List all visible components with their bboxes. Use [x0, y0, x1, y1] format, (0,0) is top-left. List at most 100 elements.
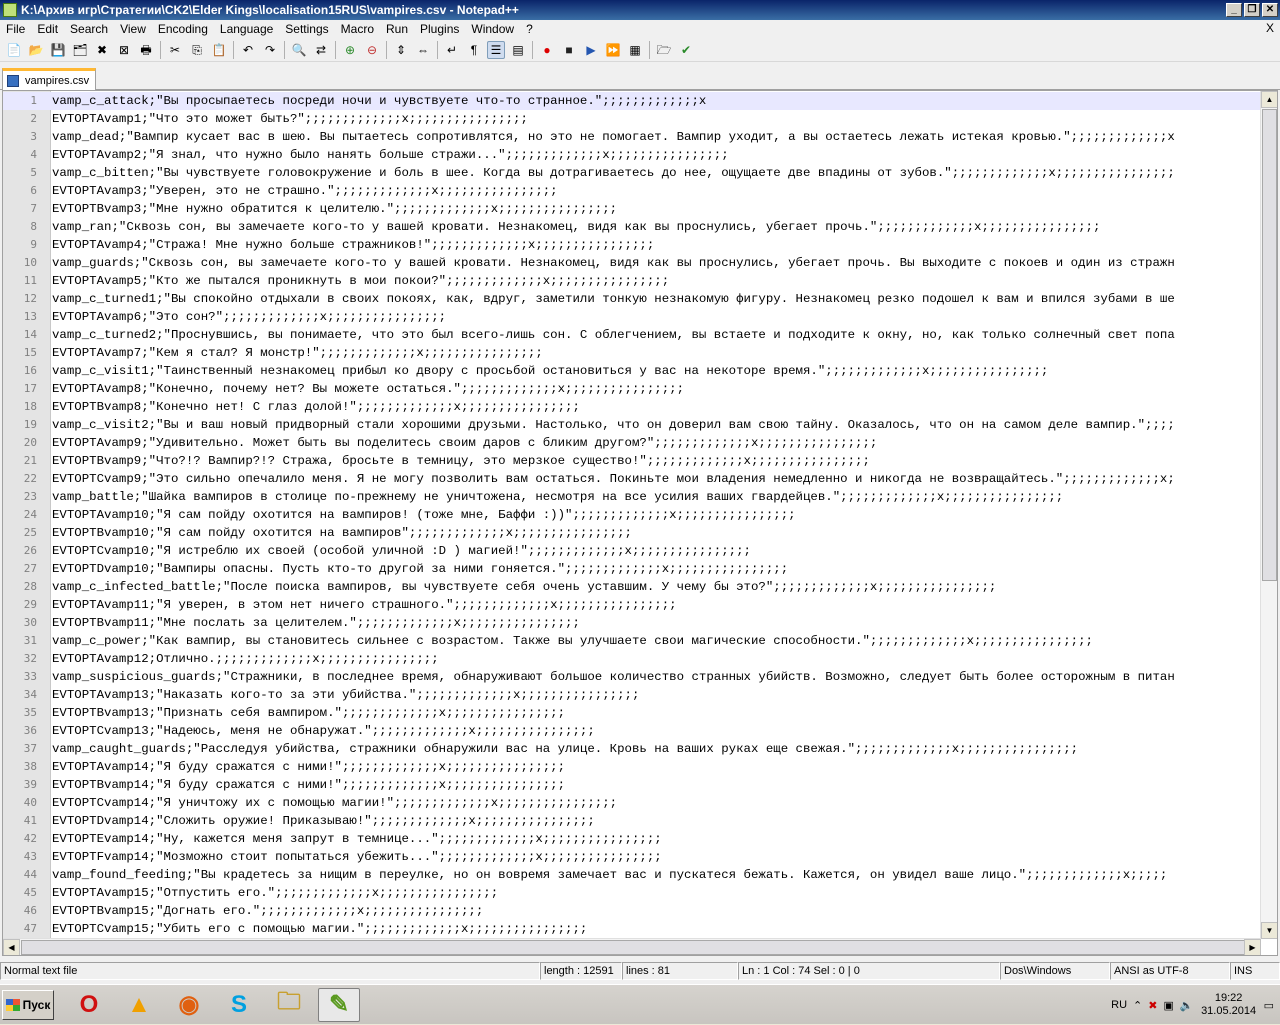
- line-text[interactable]: EVTOPTAvamp4;"Стража! Мне нужно больше с…: [52, 236, 654, 254]
- copy-icon[interactable]: ⎘: [188, 41, 206, 59]
- line-text[interactable]: EVTOPTAvamp6;"Это сон?";;;;;;;;;;;;;x;;;…: [52, 308, 446, 326]
- menu-window[interactable]: Window: [465, 22, 520, 36]
- line-text[interactable]: vamp_c_turned2;"Проснувшись, вы понимает…: [52, 326, 1175, 344]
- text-line[interactable]: 41 EVTOPTDvamp14;"Сложить оружие! Приказы…: [3, 812, 1261, 830]
- line-text[interactable]: EVTOPTBvamp13;"Признать себя вампиром.";…: [52, 704, 565, 722]
- line-text[interactable]: vamp_c_visit2;"Вы и ваш новый придворный…: [52, 416, 1175, 434]
- text-line[interactable]: 31 vamp_c_power;"Как вампир, вы становите…: [3, 632, 1261, 650]
- line-text[interactable]: EVTOPTFvamp14;"Мозможно стоит попытаться…: [52, 848, 662, 866]
- line-text[interactable]: EVTOPTDvamp14;"Сложить оружие! Приказыва…: [52, 812, 595, 830]
- line-text[interactable]: vamp_battle;"Шайка вампиров в столице по…: [52, 488, 1063, 506]
- line-text[interactable]: vamp_c_bitten;"Вы чувствуете головокруже…: [52, 164, 1175, 182]
- text-line[interactable]: 44 vamp_found_feeding;"Вы крадетесь за ни…: [3, 866, 1261, 884]
- text-line[interactable]: 4 EVTOPTAvamp2;"Я знал, что нужно было на…: [3, 146, 1261, 164]
- text-line[interactable]: 47 EVTOPTCvamp15;"Убить его с помощью маг…: [3, 920, 1261, 938]
- menu-run[interactable]: Run: [380, 22, 414, 36]
- menu-encoding[interactable]: Encoding: [152, 22, 214, 36]
- text-line[interactable]: 28 vamp_c_infected_battle;"После поиска в…: [3, 578, 1261, 596]
- line-text[interactable]: vamp_c_turned1;"Вы спокойно отдыхали в с…: [52, 290, 1175, 308]
- text-line[interactable]: 9 EVTOPTAvamp4;"Стража! Мне нужно больше …: [3, 236, 1261, 254]
- line-text[interactable]: vamp_found_feeding;"Вы крадетесь за нищи…: [52, 866, 1167, 884]
- notepadpp-icon[interactable]: ✎: [318, 987, 360, 1022]
- indent-guide-icon[interactable]: ☰: [487, 40, 505, 59]
- scroll-down-icon[interactable]: ▼: [1261, 922, 1277, 939]
- line-text[interactable]: EVTOPTCvamp10;"Я истреблю их своей (особ…: [52, 542, 751, 560]
- line-text[interactable]: EVTOPTAvamp8;"Конечно, почему нет? Вы мо…: [52, 380, 684, 398]
- line-text[interactable]: vamp_c_power;"Как вампир, вы становитесь…: [52, 632, 1093, 650]
- line-text[interactable]: EVTOPTCvamp15;"Убить его с помощью магии…: [52, 920, 587, 938]
- text-line[interactable]: 11 EVTOPTAvamp5;"Кто же пытался проникнут…: [3, 272, 1261, 290]
- line-text[interactable]: vamp_dead;"Вампир кусает вас в шею. Вы п…: [52, 128, 1175, 146]
- line-text[interactable]: EVTOPTAvamp5;"Кто же пытался проникнуть …: [52, 272, 669, 290]
- line-text[interactable]: EVTOPTEvamp14;"Ну, кажется меня запрут в…: [52, 830, 662, 848]
- line-text[interactable]: EVTOPTBvamp8;"Конечно нет! С глаз долой!…: [52, 398, 580, 416]
- line-text[interactable]: vamp_c_infected_battle;"После поиска вам…: [52, 578, 996, 596]
- line-text[interactable]: EVTOPTCvamp13;"Надеюсь, меня не обнаружа…: [52, 722, 595, 740]
- line-text[interactable]: EVTOPTAvamp15;"Отпустить его.";;;;;;;;;;…: [52, 884, 498, 902]
- text-line[interactable]: 17 EVTOPTAvamp8;"Конечно, почему нет? Вы …: [3, 380, 1261, 398]
- menu-macro[interactable]: Macro: [335, 22, 380, 36]
- text-line[interactable]: 1 vamp_c_attack;"Вы просыпаетесь посреди …: [3, 92, 1261, 110]
- line-text[interactable]: EVTOPTAvamp3;"Уверен, это не страшно.";;…: [52, 182, 558, 200]
- close-button[interactable]: ✕: [1262, 3, 1278, 17]
- line-text[interactable]: vamp_guards;"Сквозь сон, вы замечаете ко…: [52, 254, 1175, 272]
- line-text[interactable]: EVTOPTBvamp15;"Догнать его.";;;;;;;;;;;;…: [52, 902, 483, 920]
- scroll-up-icon[interactable]: ▲: [1261, 91, 1277, 108]
- text-line[interactable]: 2 EVTOPTAvamp1;"Что это может быть?";;;;;…: [3, 110, 1261, 128]
- line-text[interactable]: vamp_suspicious_guards;"Стражники, в пос…: [52, 668, 1175, 686]
- menu-edit[interactable]: Edit: [31, 22, 64, 36]
- text-line[interactable]: 26 EVTOPTCvamp10;"Я истреблю их своей (ос…: [3, 542, 1261, 560]
- text-line[interactable]: 37 vamp_caught_guards;"Расследуя убийства…: [3, 740, 1261, 758]
- text-line[interactable]: 10 vamp_guards;"Сквозь сон, вы замечаете …: [3, 254, 1261, 272]
- horizontal-scroll-thumb[interactable]: [21, 940, 1247, 955]
- restore-button[interactable]: ❐: [1244, 3, 1260, 17]
- show-all-chars-icon[interactable]: ¶: [465, 41, 483, 59]
- explorer-icon[interactable]: 🗀: [268, 988, 310, 1022]
- line-text[interactable]: vamp_c_attack;"Вы просыпаетесь посреди н…: [52, 92, 706, 110]
- status-encoding[interactable]: ANSI as UTF-8: [1110, 962, 1230, 980]
- close-icon[interactable]: ✖: [93, 41, 111, 59]
- folder-as-workspace-icon[interactable]: 🗁: [655, 41, 673, 59]
- scroll-left-icon[interactable]: ◀: [3, 939, 20, 955]
- line-text[interactable]: EVTOPTAvamp13;"Наказать кого-то за эти у…: [52, 686, 639, 704]
- cut-icon[interactable]: ✂: [166, 41, 184, 59]
- text-line[interactable]: 42 EVTOPTEvamp14;"Ну, кажется меня запрут…: [3, 830, 1261, 848]
- line-text[interactable]: EVTOPTDvamp10;"Вампиры опасны. Пусть кто…: [52, 560, 788, 578]
- print-icon[interactable]: 🖶: [137, 41, 155, 59]
- line-text[interactable]: EVTOPTAvamp9;"Удивительно. Может быть вы…: [52, 434, 877, 452]
- firefox-icon[interactable]: ◉: [168, 988, 210, 1022]
- opera-icon[interactable]: O: [68, 988, 110, 1022]
- start-button[interactable]: Пуск: [2, 989, 54, 1020]
- redo-icon[interactable]: ↷: [261, 41, 279, 59]
- text-line[interactable]: 43 EVTOPTFvamp14;"Мозможно стоит попытать…: [3, 848, 1261, 866]
- text-line[interactable]: 33 vamp_suspicious_guards;"Стражники, в п…: [3, 668, 1261, 686]
- scroll-right-icon[interactable]: ▶: [1244, 939, 1261, 955]
- line-text[interactable]: EVTOPTAvamp10;"Я сам пойду охотится на в…: [52, 506, 796, 524]
- line-text[interactable]: vamp_c_visit1;"Таинственный незнакомец п…: [52, 362, 1048, 380]
- text-line[interactable]: 8 vamp_ran;"Сквозь сон, вы замечаете кого…: [3, 218, 1261, 236]
- aimp-icon[interactable]: ▲: [118, 988, 160, 1022]
- text-line[interactable]: 13 EVTOPTAvamp6;"Это сон?";;;;;;;;;;;;;x;…: [3, 308, 1261, 326]
- new-file-icon[interactable]: 📄: [5, 41, 23, 59]
- network-icon[interactable]: ✖: [1148, 999, 1157, 1012]
- text-line[interactable]: 7 EVTOPTBvamp3;"Мне нужно обратится к цел…: [3, 200, 1261, 218]
- skype-icon[interactable]: S: [218, 988, 260, 1022]
- text-line[interactable]: 3 vamp_dead;"Вампир кусает вас в шею. Вы …: [3, 128, 1261, 146]
- line-text[interactable]: EVTOPTAvamp2;"Я знал, что нужно было нан…: [52, 146, 729, 164]
- menu-view[interactable]: View: [114, 22, 152, 36]
- text-line[interactable]: 34 EVTOPTAvamp13;"Наказать кого-то за эти…: [3, 686, 1261, 704]
- zoom-in-icon[interactable]: ⊕: [341, 41, 359, 59]
- record-macro-icon[interactable]: ●: [538, 41, 556, 59]
- line-text[interactable]: EVTOPTBvamp14;"Я буду сражатся с ними!";…: [52, 776, 565, 794]
- save-icon[interactable]: 💾: [49, 41, 67, 59]
- line-text[interactable]: EVTOPTAvamp7;"Кем я стал? Я монстр!";;;;…: [52, 344, 543, 362]
- line-text[interactable]: EVTOPTAvamp12;Отлично.;;;;;;;;;;;;;x;;;;…: [52, 650, 439, 668]
- document-close-button[interactable]: X: [1266, 21, 1274, 35]
- text-line[interactable]: 23 vamp_battle;"Шайка вампиров в столице …: [3, 488, 1261, 506]
- text-lines[interactable]: 1 vamp_c_attack;"Вы просыпаетесь посреди …: [3, 92, 1261, 938]
- save-all-icon[interactable]: 🗂: [71, 41, 89, 59]
- status-insert-mode[interactable]: INS: [1230, 962, 1280, 980]
- text-line[interactable]: 36 EVTOPTCvamp13;"Надеюсь, меня не обнару…: [3, 722, 1261, 740]
- line-text[interactable]: EVTOPTBvamp9;"Что?!? Вампир?!? Стража, б…: [52, 452, 870, 470]
- text-line[interactable]: 32 EVTOPTAvamp12;Отлично.;;;;;;;;;;;;;x;;…: [3, 650, 1261, 668]
